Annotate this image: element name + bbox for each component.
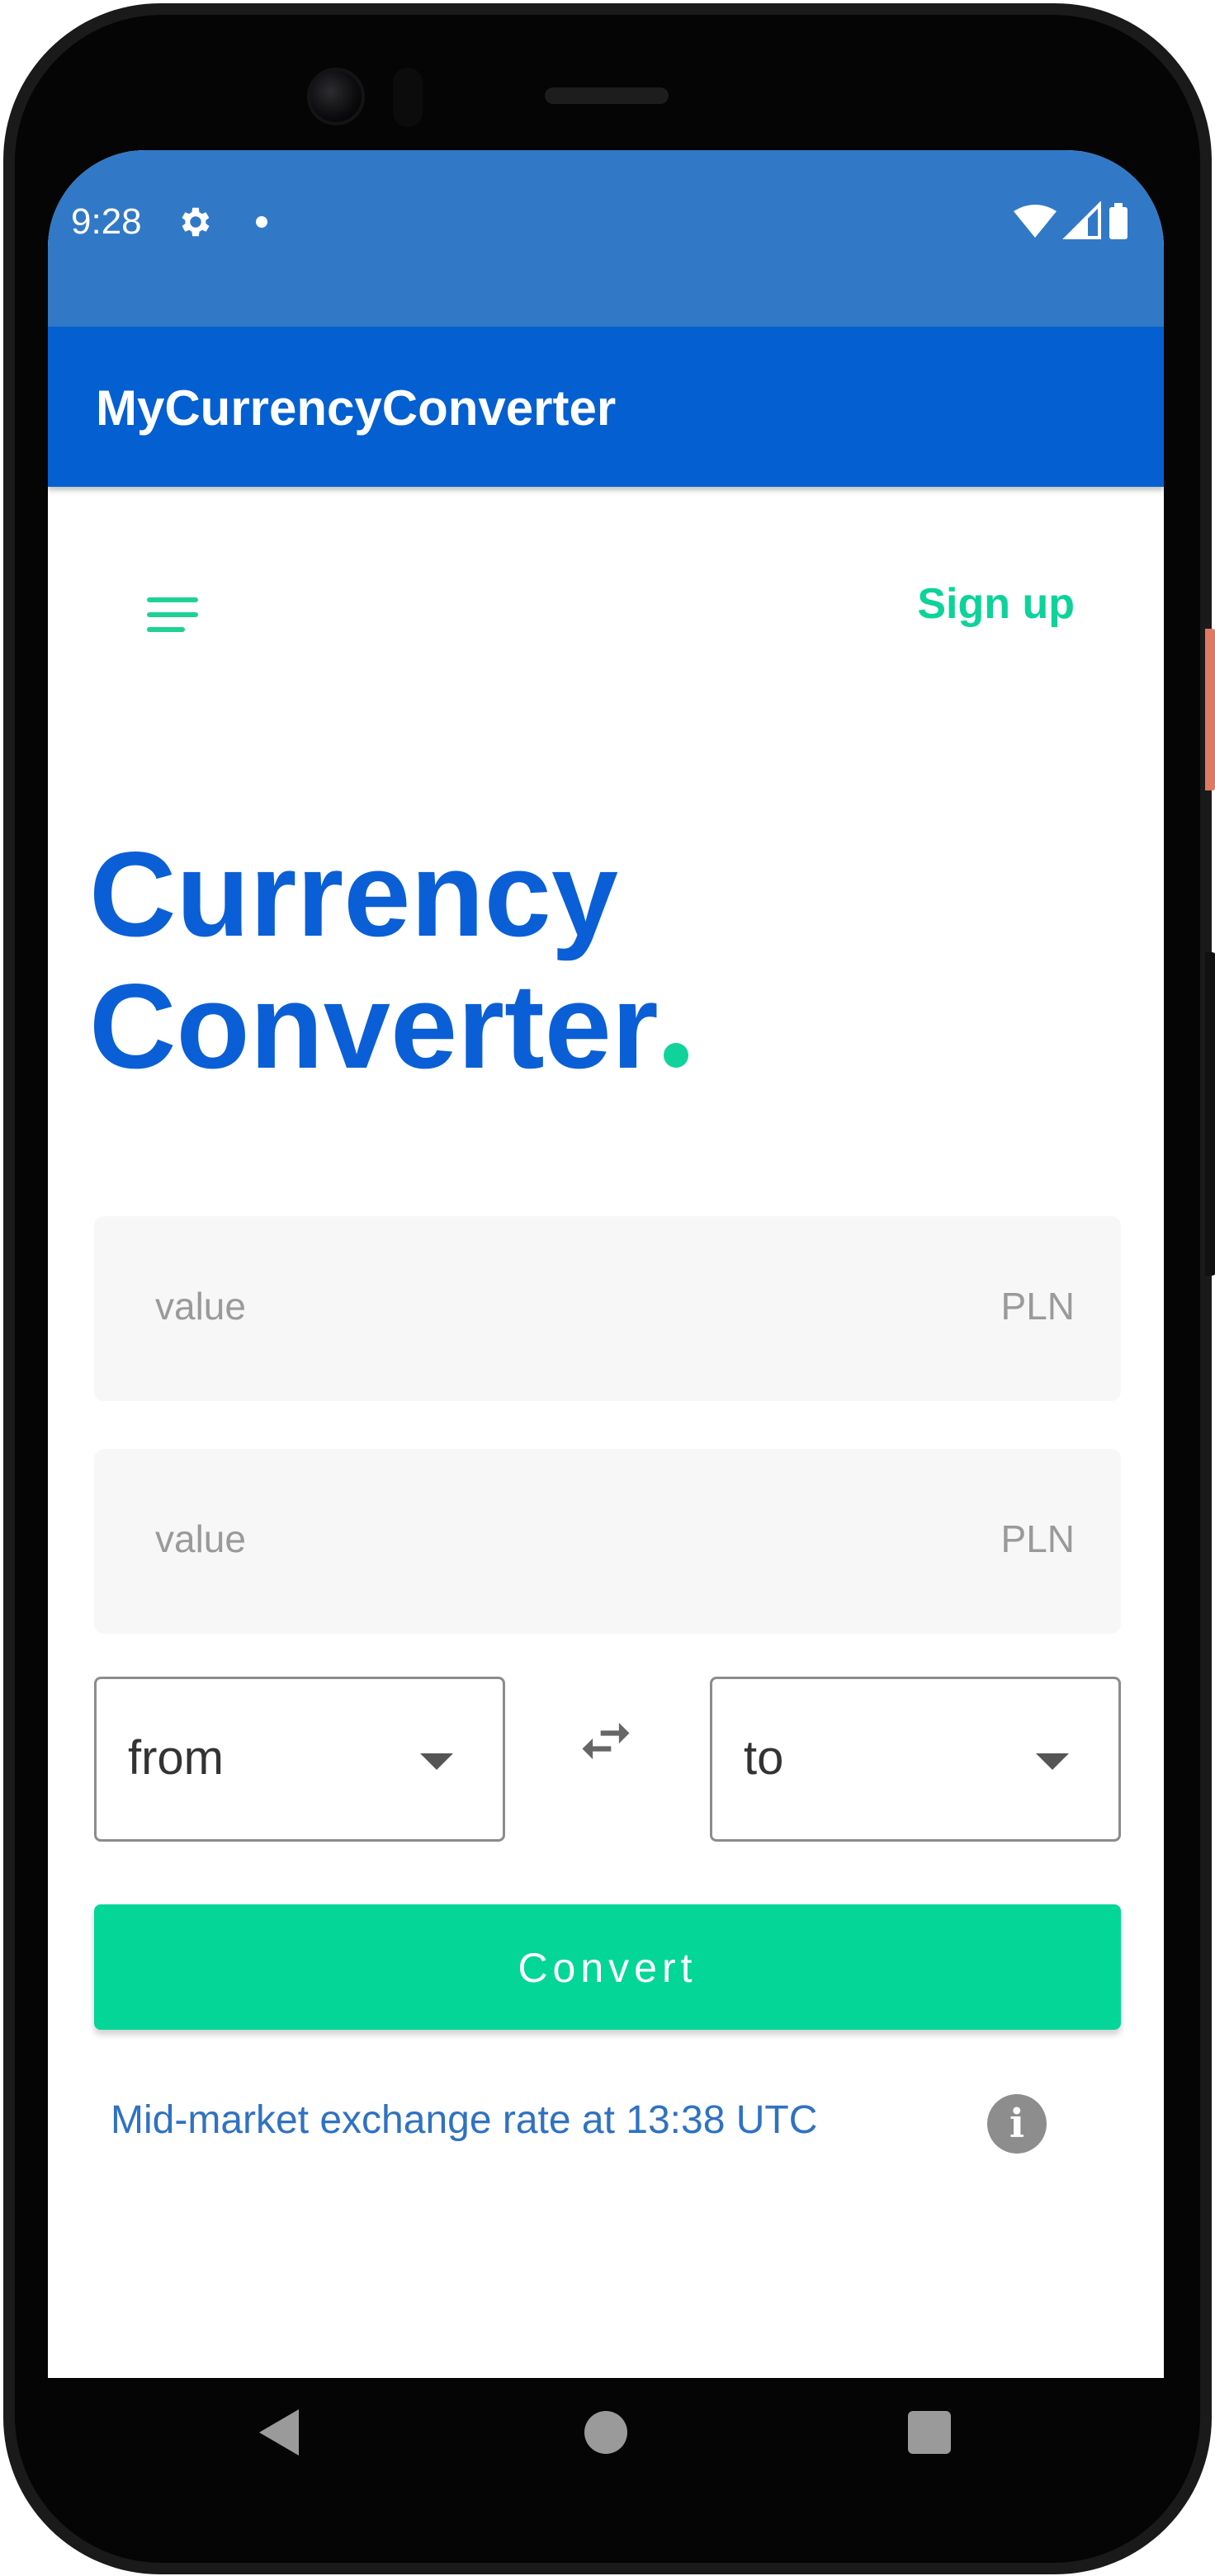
hero-line-2-text: Converter	[89, 959, 659, 1093]
screen: 9:28 MyCurrencyConverter Sign up Currenc…	[48, 150, 1164, 2378]
hero-line-2: Converter	[89, 960, 688, 1092]
to-value-placeholder: value	[155, 1517, 246, 1560]
system-navigation-bar	[48, 2378, 1164, 2502]
status-time: 9:28	[71, 201, 142, 242]
to-select-label: to	[744, 1731, 784, 1785]
signup-link[interactable]: Sign up	[917, 579, 1075, 629]
earpiece-speaker	[545, 87, 669, 104]
to-value-input[interactable]: value PLN	[94, 1449, 1121, 1634]
info-icon[interactable]: i	[987, 2094, 1047, 2154]
back-icon[interactable]	[259, 2409, 299, 2456]
home-icon[interactable]	[584, 2411, 627, 2454]
front-camera	[307, 68, 365, 125]
proximity-sensor	[393, 68, 423, 127]
from-currency-code: PLN	[1000, 1285, 1075, 1328]
hero-line-1: Currency	[89, 827, 619, 961]
hero-accent-dot	[663, 1043, 688, 1068]
cellular-signal-icon	[1062, 201, 1101, 239]
app-title: MyCurrencyConverter	[96, 380, 617, 436]
to-currency-select[interactable]: to	[710, 1677, 1121, 1842]
status-right-icons	[1014, 201, 1128, 239]
power-button	[1205, 629, 1215, 790]
to-currency-code: PLN	[1000, 1517, 1075, 1560]
from-value-placeholder: value	[155, 1285, 246, 1328]
swap-arrows-icon[interactable]	[574, 1710, 637, 1772]
from-select-label: from	[128, 1731, 224, 1785]
convert-button[interactable]: Convert	[94, 1904, 1121, 2030]
wifi-icon	[1014, 205, 1057, 238]
hero-title: Currency Converter	[89, 828, 688, 1092]
notification-dot-icon	[256, 216, 267, 228]
volume-button	[1205, 952, 1215, 1276]
chevron-down-icon	[1036, 1753, 1069, 1770]
recents-icon[interactable]	[908, 2411, 951, 2454]
settings-gear-icon	[182, 207, 210, 237]
app-bar: MyCurrencyConverter	[48, 327, 1164, 487]
battery-icon	[1109, 203, 1128, 239]
status-bar: 9:28	[48, 150, 1164, 327]
from-value-input[interactable]: value PLN	[94, 1216, 1121, 1401]
exchange-rate-info-text: Mid-market exchange rate at 13:38 UTC	[111, 2098, 818, 2142]
chevron-down-icon	[420, 1753, 453, 1770]
hamburger-menu-icon[interactable]	[147, 596, 198, 634]
from-currency-select[interactable]: from	[94, 1677, 505, 1842]
